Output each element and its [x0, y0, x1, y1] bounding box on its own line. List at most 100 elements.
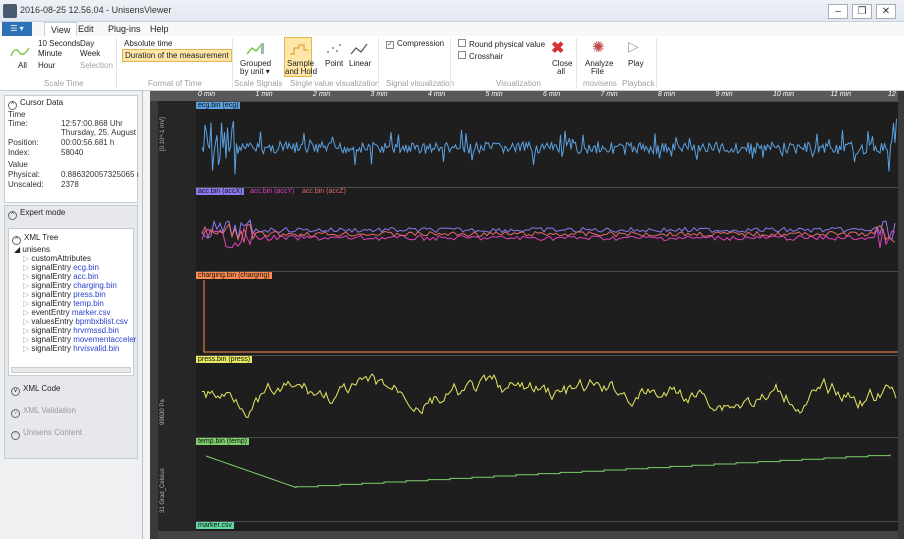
cursor-data-title: Cursor Data: [20, 98, 64, 107]
round-physical-label: Round physical value: [469, 40, 546, 49]
compression-checkbox[interactable]: ✓ Compression: [386, 39, 444, 49]
play-icon: ▷: [628, 38, 639, 54]
tree-item[interactable]: ▷ signalEntry temp.bin: [23, 299, 104, 308]
expert-mode-title: Expert mode: [20, 208, 66, 217]
signal-plot-area[interactable]: 0 min 1 min 2 min 3 min 4 min 5 min 6 min 7 min…: [150, 91, 904, 539]
tree-item[interactable]: ▷ valuesEntry bpmbxblist.csv: [23, 317, 128, 326]
tab-plugins[interactable]: Plug-ins: [108, 24, 141, 34]
file-label[interactable]: File: [591, 67, 604, 76]
value-section-header: Value: [8, 160, 28, 169]
cursor-data-panel: ^ Cursor Data Time Time: 12:57:00.868 Uhr…: [4, 95, 139, 203]
tree-item[interactable]: ▷ signalEntry charging.bin: [23, 281, 117, 290]
index-label: Index:: [8, 148, 30, 157]
tree-horizontal-scrollbar[interactable]: [11, 367, 131, 373]
close-window-button[interactable]: ✕: [876, 4, 896, 19]
press-y-axis: 99630 Pa: [158, 355, 196, 437]
scale-hour[interactable]: Hour: [38, 61, 55, 70]
acc-y-axis: [158, 187, 196, 271]
crosshair-checkbox[interactable]: Crosshair: [458, 51, 503, 61]
linear-button[interactable]: Linear: [349, 59, 371, 68]
close-all-label-2[interactable]: all: [557, 67, 565, 76]
menu-bar: ☰ ▾ View Edit Plug-ins Help: [0, 22, 904, 36]
point-button[interactable]: Point: [325, 59, 343, 68]
unisens-content-header[interactable]: ^ Unisens Content: [11, 428, 82, 440]
group-scale-signals: Scale Signals: [234, 79, 283, 88]
unisens-content-title: Unisens Content: [23, 428, 83, 437]
time-tick-label: 9 min: [715, 91, 733, 98]
unscaled-value: 2378: [61, 180, 79, 189]
minimize-button[interactable]: –: [828, 4, 848, 19]
tree-item-value: marker.csv: [71, 308, 111, 317]
scale-selection[interactable]: Selection: [80, 61, 113, 70]
tree-root[interactable]: ◢ unisens: [14, 245, 50, 254]
tree-item[interactable]: ▷ signalEntry ecg.bin: [23, 263, 99, 272]
time-tick-label: 6 min: [543, 91, 561, 98]
physical-value: 0.886320057325065 ı: [61, 170, 139, 179]
tree-item[interactable]: ▷ signalEntry hrvisvalid.bin: [23, 344, 119, 353]
time-tick-label: 11 min: [830, 91, 852, 98]
divider: [576, 38, 577, 88]
temp-channel[interactable]: temp.bin (temp): [196, 437, 898, 521]
tree-item[interactable]: ▷ signalEntry movementacceler: [23, 335, 136, 344]
tree-item[interactable]: ▷ eventEntry marker.csv: [23, 308, 111, 317]
acc-channel[interactable]: acc.bin (accX) acc.bin (accY) acc.bin (a…: [196, 187, 898, 271]
press-unit-label: 99630 Pa: [160, 399, 166, 425]
sample-hold-button[interactable]: Sample and Hold: [284, 37, 317, 77]
acc-trace: [201, 218, 896, 249]
grouped-icon: [246, 43, 264, 55]
tree-item-key: signalEntry: [31, 299, 71, 308]
time-tick-label: 7 min: [600, 91, 618, 98]
tab-help[interactable]: Help: [150, 24, 169, 34]
time-tick-label: 0 min: [198, 91, 216, 98]
cursor-data-header[interactable]: ^ Cursor Data: [8, 98, 63, 110]
vertical-scrollbar-left[interactable]: [150, 101, 158, 539]
round-physical-checkbox[interactable]: Round physical value: [458, 39, 545, 49]
tree-item-key: signalEntry: [31, 281, 71, 290]
xml-validation-header[interactable]: v XML Validation: [11, 406, 76, 418]
horizontal-scrollbar[interactable]: [158, 531, 898, 539]
temp-y-axis: 31 Grad_Celsius: [158, 437, 196, 521]
scale-week[interactable]: Week: [80, 49, 100, 58]
xml-code-header[interactable]: v XML Code: [11, 384, 61, 396]
tree-item-key: signalEntry: [31, 326, 71, 335]
compression-label: Compression: [397, 39, 445, 48]
scale-minute[interactable]: Minute: [38, 49, 62, 58]
marker-chip[interactable]: marker.csv: [196, 522, 234, 529]
tree-item[interactable]: ▷ signalEntry acc.bin: [23, 272, 99, 281]
press-channel[interactable]: press.bin (press): [196, 355, 898, 437]
grouped-button-dropdown[interactable]: by unit ▾: [240, 67, 270, 76]
vertical-scrollbar-right[interactable]: [898, 91, 904, 539]
expand-icon: v: [11, 409, 20, 418]
ribbon: 10 Seconds Day Minute Week All Hour Sele…: [0, 36, 904, 91]
file-menu-button[interactable]: ☰ ▾: [2, 22, 32, 36]
position-value: 00:00:56.681 h: [61, 138, 115, 147]
scale-10-seconds[interactable]: 10 Seconds: [38, 39, 80, 48]
tree-item[interactable]: ▷ signalEntry press.bin: [23, 290, 106, 299]
tree-item-key: eventEntry: [31, 308, 70, 317]
group-single-value: Single value visualization: [290, 79, 380, 88]
play-button[interactable]: Play: [628, 59, 644, 68]
tree-item[interactable]: ▷ signalEntry hrvrmssd.bin: [23, 326, 119, 335]
collapse-icon: ^: [8, 101, 17, 110]
xml-tree-header[interactable]: ^ XML Tree: [12, 233, 58, 245]
tree-item-key: valuesEntry: [31, 317, 74, 326]
tab-edit[interactable]: Edit: [78, 24, 94, 34]
duration-option[interactable]: Duration of the measurement: [122, 49, 232, 62]
tab-view[interactable]: View: [44, 22, 78, 36]
tree-item-value: temp.bin: [73, 299, 104, 308]
point-icon: [327, 44, 341, 53]
tree-item[interactable]: ▷ customAttributes: [23, 254, 91, 263]
unscaled-label: Unscaled:: [8, 180, 44, 189]
marker-channel[interactable]: marker.csv: [196, 521, 898, 531]
group-format-time: Format of Time: [148, 79, 202, 88]
time-tick-label: 3 min: [370, 91, 388, 98]
ecg-channel[interactable]: ecg.bin (ecg): [196, 101, 898, 187]
group-movisens: movisens: [583, 79, 617, 88]
expert-mode-header[interactable]: ^ Expert mode: [8, 208, 65, 220]
charging-channel[interactable]: charging.bin (charging): [196, 271, 898, 355]
restore-button[interactable]: ❐: [852, 4, 872, 19]
time-tick-label: 1 min: [255, 91, 273, 98]
absolute-time-option[interactable]: Absolute time: [124, 39, 172, 48]
scale-all[interactable]: All: [18, 61, 27, 70]
scale-day[interactable]: Day: [80, 39, 94, 48]
